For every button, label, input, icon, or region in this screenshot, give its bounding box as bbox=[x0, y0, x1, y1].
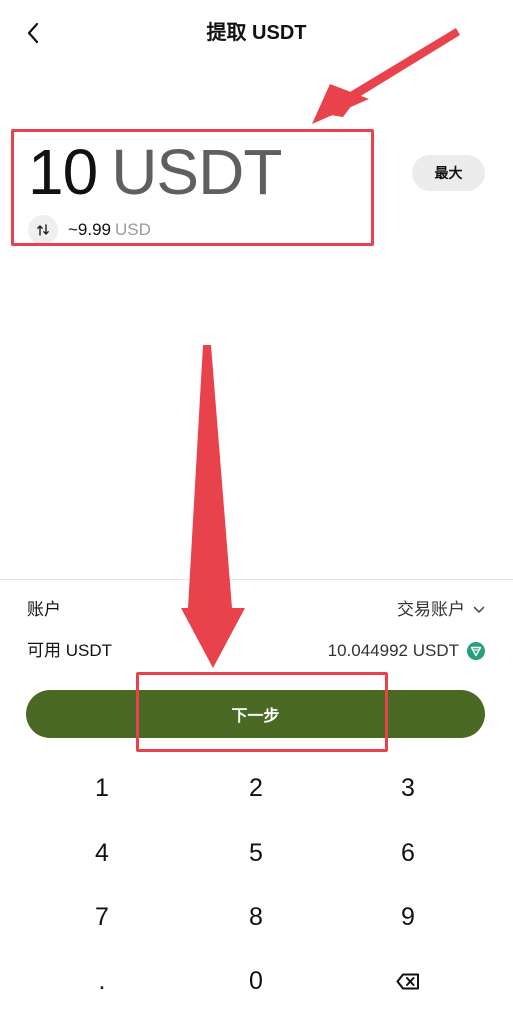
annotation-arrows bbox=[181, 28, 460, 668]
annotation-arrow-to-amount bbox=[312, 28, 460, 124]
annotation-arrow-to-next-button bbox=[181, 345, 245, 668]
